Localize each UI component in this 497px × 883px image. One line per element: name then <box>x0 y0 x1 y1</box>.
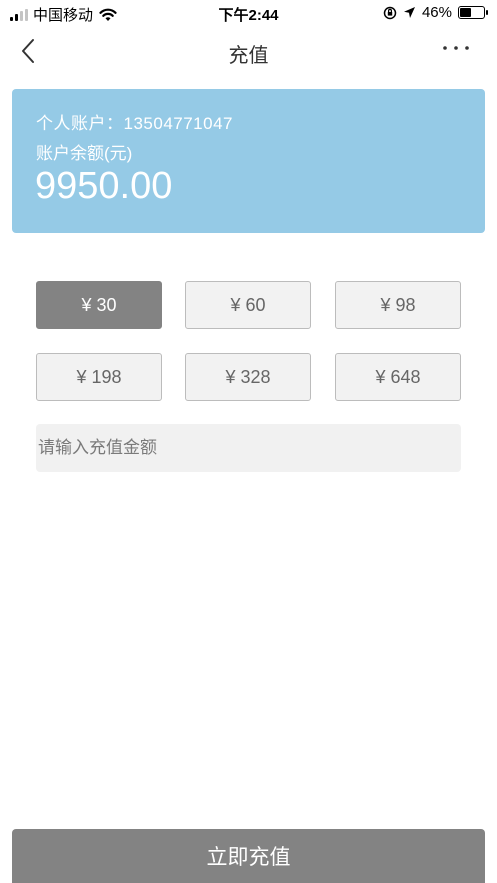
amount-option-98[interactable]: ¥ 98 <box>335 281 461 329</box>
more-dots-icon[interactable] <box>441 38 471 58</box>
orientation-lock-icon <box>383 6 397 19</box>
battery-icon <box>458 6 488 19</box>
amount-option-60[interactable]: ¥ 60 <box>185 281 311 329</box>
amount-option-328[interactable]: ¥ 328 <box>185 353 311 401</box>
page-title: 充值 <box>228 45 269 67</box>
account-number: 个人账户：13504771047 <box>36 114 234 133</box>
nav-bar: 充值 <box>0 26 497 76</box>
recharge-button[interactable]: 立即充值 <box>12 829 485 883</box>
amount-option-198[interactable]: ¥ 198 <box>36 353 162 401</box>
status-right: 46% <box>383 4 488 21</box>
amount-option-30[interactable]: ¥ 30 <box>36 281 162 329</box>
location-icon <box>403 7 415 18</box>
battery-fill <box>460 8 471 17</box>
status-bar: 中国移动 下午2:44 46% <box>0 0 497 26</box>
balance-value: 9950.00 <box>35 165 173 207</box>
balance-label: 账户余额(元) <box>36 144 133 163</box>
amount-option-648[interactable]: ¥ 648 <box>335 353 461 401</box>
amount-input[interactable] <box>36 424 461 472</box>
account-card: 个人账户：13504771047 账户余额(元) 9950.00 <box>12 89 485 233</box>
battery-percent: 46% <box>421 4 452 21</box>
